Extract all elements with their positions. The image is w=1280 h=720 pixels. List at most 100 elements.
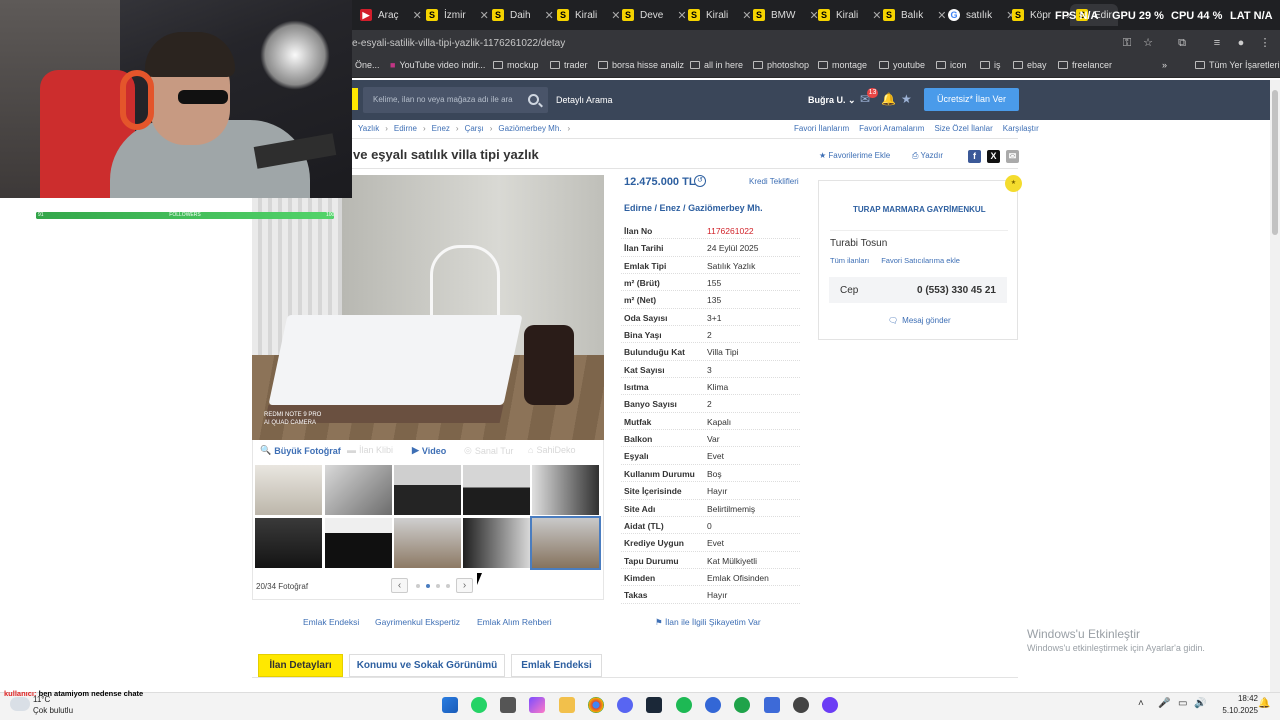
windows-start-icon[interactable] bbox=[442, 697, 458, 713]
clock-time[interactable]: 18:42 bbox=[1218, 694, 1258, 703]
bell-icon[interactable]: 🔔 bbox=[881, 92, 896, 106]
bookmark-item[interactable]: photoshop bbox=[753, 60, 809, 70]
buying-guide-link[interactable]: Emlak Alım Rehberi bbox=[477, 617, 552, 627]
tab-0[interactable]: ▶ Araç ✕ bbox=[354, 4, 428, 26]
bookmark-item[interactable]: borsa hisse analiz bbox=[598, 60, 684, 70]
next-page-button[interactable]: › bbox=[456, 578, 473, 593]
bookmark-item[interactable]: Öne... bbox=[355, 60, 380, 70]
seller-company[interactable]: TURAP MARMARA GAYRİMENKUL bbox=[853, 205, 986, 214]
whatsapp-icon[interactable] bbox=[471, 697, 487, 713]
location-neighborhood[interactable]: Gaziömerbey Mh. bbox=[688, 203, 763, 213]
star-icon[interactable]: ★ bbox=[901, 92, 912, 106]
favorite-button[interactable]: ★ Favorilerime Ekle bbox=[819, 151, 890, 160]
scrollbar-thumb[interactable] bbox=[1272, 90, 1278, 235]
pager-dot[interactable] bbox=[436, 584, 440, 588]
favorite-seller-link[interactable]: Favori Satıcılarıma ekle bbox=[881, 256, 960, 265]
obs-icon[interactable] bbox=[793, 697, 809, 713]
chevron-up-icon[interactable]: ˄ bbox=[1138, 698, 1144, 709]
location-district[interactable]: Enez bbox=[660, 203, 681, 213]
spotify-icon[interactable] bbox=[676, 697, 692, 713]
complaint-link[interactable]: ⚑ İlan ile İlgili Şikayetim Var bbox=[655, 617, 761, 628]
compare-link[interactable]: Karşılaştır bbox=[1003, 124, 1039, 133]
folder-icon bbox=[818, 61, 828, 69]
facebook-icon[interactable]: f bbox=[968, 150, 981, 163]
real-estate-index-link[interactable]: Emlak Endeksi bbox=[303, 617, 359, 627]
app-icon[interactable] bbox=[734, 697, 750, 713]
post-listing-button[interactable]: Ücretsiz* İlan Ver bbox=[924, 88, 1019, 111]
profile-icon[interactable]: ● bbox=[1234, 36, 1248, 50]
menu-icon[interactable]: ⋮ bbox=[1258, 36, 1272, 50]
bookmark-item[interactable]: ebay bbox=[1013, 60, 1047, 70]
app-icon[interactable] bbox=[764, 697, 780, 713]
mail-icon[interactable]: ✉ bbox=[1006, 150, 1019, 163]
all-listings-link[interactable]: Tüm ilanları bbox=[830, 256, 869, 265]
file-explorer-icon[interactable] bbox=[559, 697, 575, 713]
info-key: Eşyalı bbox=[624, 451, 649, 462]
chrome-icon[interactable] bbox=[588, 697, 604, 713]
print-button[interactable]: ⎙ Yazdır bbox=[912, 151, 943, 161]
tab-location[interactable]: Konumu ve Sokak Görünümü bbox=[349, 654, 505, 677]
discord-icon[interactable] bbox=[617, 697, 633, 713]
bookmark-item[interactable]: all in here bbox=[690, 60, 743, 70]
extensions-icon[interactable]: ⧉ bbox=[1175, 36, 1189, 50]
x-icon[interactable]: X bbox=[987, 150, 1000, 163]
tab-2[interactable]: S Daih ✕ bbox=[486, 4, 560, 26]
notification-icon[interactable]: 🔔 bbox=[1258, 698, 1270, 709]
user-menu[interactable]: Buğra U. ⌄ bbox=[808, 95, 856, 106]
bookmark-item[interactable]: ■ YouTube video indir... bbox=[390, 60, 485, 70]
chevron-right-icon[interactable]: » bbox=[1162, 60, 1167, 70]
tab-listing-details[interactable]: İlan Detayları bbox=[258, 654, 343, 677]
chat-nick: kullanıcı: bbox=[4, 689, 37, 698]
search-icon[interactable] bbox=[528, 94, 539, 105]
breadcrumb-item[interactable]: Çarşı bbox=[465, 124, 484, 133]
bookmark-item[interactable]: icon bbox=[936, 60, 967, 70]
bookmark-item[interactable]: montage bbox=[818, 60, 867, 70]
tab-real-estate-index[interactable]: Emlak Endeksi bbox=[511, 654, 602, 677]
breadcrumb-item[interactable]: Yazlık bbox=[358, 124, 379, 133]
weather-icon[interactable] bbox=[10, 697, 30, 711]
bookmark-item[interactable]: youtube bbox=[879, 60, 925, 70]
pager-dot[interactable] bbox=[446, 584, 450, 588]
favorite-searches-link[interactable]: Favori Aramalarım bbox=[859, 124, 924, 133]
breadcrumb-item[interactable]: Gaziömerbey Mh. bbox=[498, 124, 561, 133]
info-value: Evet bbox=[707, 451, 725, 462]
store-icon[interactable] bbox=[500, 697, 516, 713]
tab-label: Araç bbox=[378, 9, 399, 21]
info-value: Kat Mülkiyetli bbox=[707, 555, 758, 566]
prev-page-button[interactable]: ‹ bbox=[391, 578, 408, 593]
bookmark-item[interactable]: trader bbox=[550, 60, 588, 70]
detailed-search-link[interactable]: Detaylı Arama bbox=[556, 95, 613, 105]
copilot-icon[interactable] bbox=[529, 697, 545, 713]
url-field[interactable]: e-esyali-satilik-villa-tipi-yazlik-11762… bbox=[352, 35, 1142, 52]
site-logo[interactable] bbox=[352, 88, 358, 110]
app-icon[interactable] bbox=[822, 697, 838, 713]
microphone-icon[interactable]: 🎤 bbox=[1158, 698, 1170, 709]
history-icon[interactable]: ↺ bbox=[694, 175, 706, 187]
expertise-link[interactable]: Gayrimenkul Ekspertiz bbox=[375, 617, 460, 627]
media-icon[interactable]: ≡ bbox=[1210, 36, 1224, 50]
breadcrumb-item[interactable]: Edirne bbox=[394, 124, 417, 133]
bookmark-item[interactable]: freelancer bbox=[1058, 60, 1112, 70]
breadcrumb-item[interactable]: Enez bbox=[432, 124, 450, 133]
steam-icon[interactable] bbox=[646, 697, 662, 713]
star-icon[interactable]: ☆ bbox=[1141, 36, 1155, 50]
send-message-button[interactable]: 🗨 Mesaj gönder bbox=[888, 316, 951, 325]
key-icon[interactable]: ⚿ bbox=[1120, 36, 1134, 50]
network-icon[interactable]: ▭ bbox=[1178, 698, 1187, 709]
special-listings-link[interactable]: Size Özel İlanlar bbox=[934, 124, 992, 133]
app-icon[interactable] bbox=[705, 697, 721, 713]
search-input[interactable]: Kelime, ilan no veya mağaza adı ile ara bbox=[363, 87, 548, 113]
credit-offers-link[interactable]: Kredi Teklifleri bbox=[749, 177, 799, 186]
tab-1[interactable]: S İzmir ✕ bbox=[420, 4, 495, 26]
phone-number[interactable]: 0 (553) 330 45 21 bbox=[917, 285, 996, 296]
all-bookmarks[interactable]: Tüm Yer İşaretleri bbox=[1195, 60, 1280, 70]
location-city[interactable]: Edirne bbox=[624, 203, 652, 213]
clock-date[interactable]: 5.10.2025 bbox=[1210, 706, 1258, 715]
volume-icon[interactable]: 🔊 bbox=[1194, 698, 1206, 709]
favorite-listings-link[interactable]: Favori İlanlarım bbox=[794, 124, 849, 133]
pager-dot-active[interactable] bbox=[426, 584, 430, 588]
info-row: İlan No 1176261022 bbox=[621, 222, 800, 240]
bookmark-item[interactable]: iş bbox=[980, 60, 1001, 70]
bookmark-item[interactable]: mockup bbox=[493, 60, 539, 70]
pager-dot[interactable] bbox=[416, 584, 420, 588]
